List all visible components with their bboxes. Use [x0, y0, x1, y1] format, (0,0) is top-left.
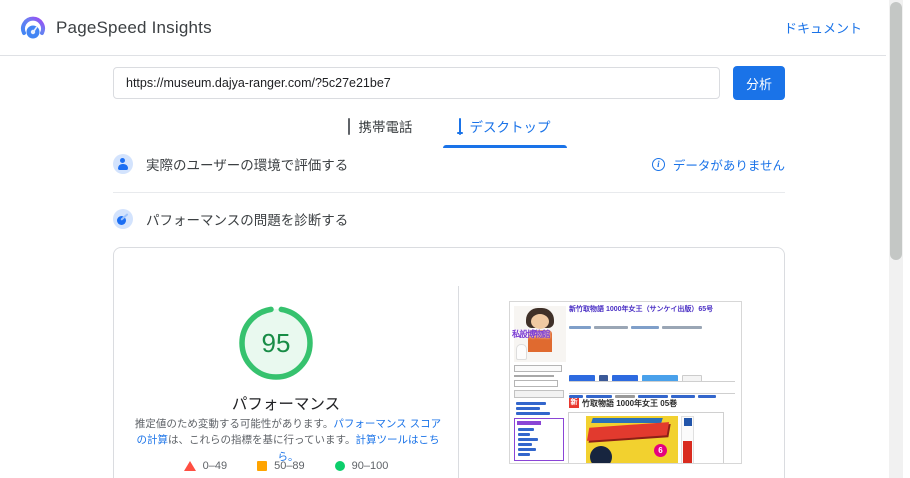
thumb-sidebar: 私設博物館	[512, 306, 566, 461]
thumb-mascot-image: 私設博物館	[512, 306, 566, 362]
thumb-article-heading: 新 竹取物語 1000年女王 05巻	[569, 398, 677, 408]
field-data-section: 実際のユーザーの環境で評価する i データがありません	[113, 154, 785, 174]
url-bar: 分析	[113, 66, 785, 100]
score-note: 推定値のため変動する可能性があります。パフォーマンス スコアの計算は、これらの指…	[132, 416, 444, 465]
red-triangle-icon	[183, 461, 196, 471]
scrollbar-track[interactable]	[889, 0, 903, 478]
no-data-label: データがありません	[672, 158, 785, 173]
green-circle-icon	[334, 461, 345, 471]
lab-data-section: パフォーマンスの問題を診断する	[113, 209, 785, 229]
info-icon: i	[651, 157, 665, 171]
tab-mobile[interactable]: 携帯電話	[332, 110, 429, 148]
tab-mobile-label: 携帯電話	[358, 120, 413, 135]
url-input[interactable]	[113, 67, 720, 99]
page-title: PageSpeed Insights	[56, 17, 212, 37]
vertical-divider	[458, 286, 459, 478]
legend-item-high: 90–100	[334, 460, 389, 472]
score-category-label: パフォーマンス	[231, 396, 341, 413]
note-text-1: 推定値のため変動する可能性があります。	[134, 418, 334, 430]
thumb-article-title: 竹取物語 1000年女王 05巻	[582, 398, 678, 408]
device-tabs: 携帯電話 デスクトップ	[113, 110, 785, 148]
score-value: 95	[261, 327, 291, 358]
legend-item-low: 0–49	[183, 460, 228, 472]
pagespeed-logo-icon	[21, 16, 45, 38]
lab-section-title: パフォーマンスの問題を診断する	[146, 213, 349, 228]
mobile-icon	[347, 117, 350, 135]
legend-item-mid: 50–89	[257, 460, 305, 472]
legend-mid-range: 50–89	[274, 460, 305, 472]
thumb-cover-image: 6	[568, 412, 724, 463]
documentation-link[interactable]: ドキュメント	[784, 18, 862, 37]
thumb-search-box	[514, 380, 558, 387]
tab-desktop[interactable]: デスクトップ	[442, 110, 567, 148]
thumb-share-buttons	[569, 369, 706, 382]
tab-desktop-label: デスクトップ	[469, 120, 551, 135]
app-header: PageSpeed Insights ドキュメント	[0, 0, 886, 56]
legend-high-range: 90–100	[351, 460, 389, 472]
thumb-nav-box	[514, 418, 564, 461]
thumb-language-select	[514, 365, 562, 372]
section-divider	[113, 192, 785, 193]
desktop-icon	[456, 117, 463, 135]
scrollbar-thumb[interactable]	[890, 2, 902, 260]
orange-square-icon	[257, 461, 268, 471]
thumb-site-name: 私設博物館	[512, 329, 551, 339]
performance-score-gauge[interactable]: 95	[237, 304, 315, 382]
legend-low-range: 0–49	[202, 460, 228, 472]
real-users-icon	[113, 154, 133, 174]
field-section-title: 実際のユーザーの環境で評価する	[146, 158, 349, 173]
thumb-buttons	[514, 390, 564, 398]
note-text-2: は、これらの指標を基に行っています。	[168, 434, 356, 447]
diagnose-gauge-icon	[113, 209, 133, 229]
thumb-tag-links	[569, 385, 719, 398]
page-screenshot-thumbnail[interactable]: 新竹取物語 1000年女王（サンケイ出版）65号 私設博物館 新 竹取物語 10…	[509, 301, 742, 464]
performance-report-card: 95 パフォーマンス 推定値のため変動する可能性があります。パフォーマンス スコ…	[113, 247, 785, 478]
analyze-button[interactable]: 分析	[733, 66, 785, 100]
score-legend: 0–49 50–89 90–100	[114, 460, 458, 472]
new-badge: 新	[569, 398, 579, 408]
thumb-page-title: 新竹取物語 1000年女王（サンケイ出版）65号	[569, 306, 714, 313]
no-data-status[interactable]: i データがありません	[651, 155, 785, 174]
thumb-breadcrumb	[569, 316, 705, 329]
pagespeed-insights-app: PageSpeed Insights ドキュメント 分析 携帯電話 デスクトップ…	[0, 0, 910, 478]
